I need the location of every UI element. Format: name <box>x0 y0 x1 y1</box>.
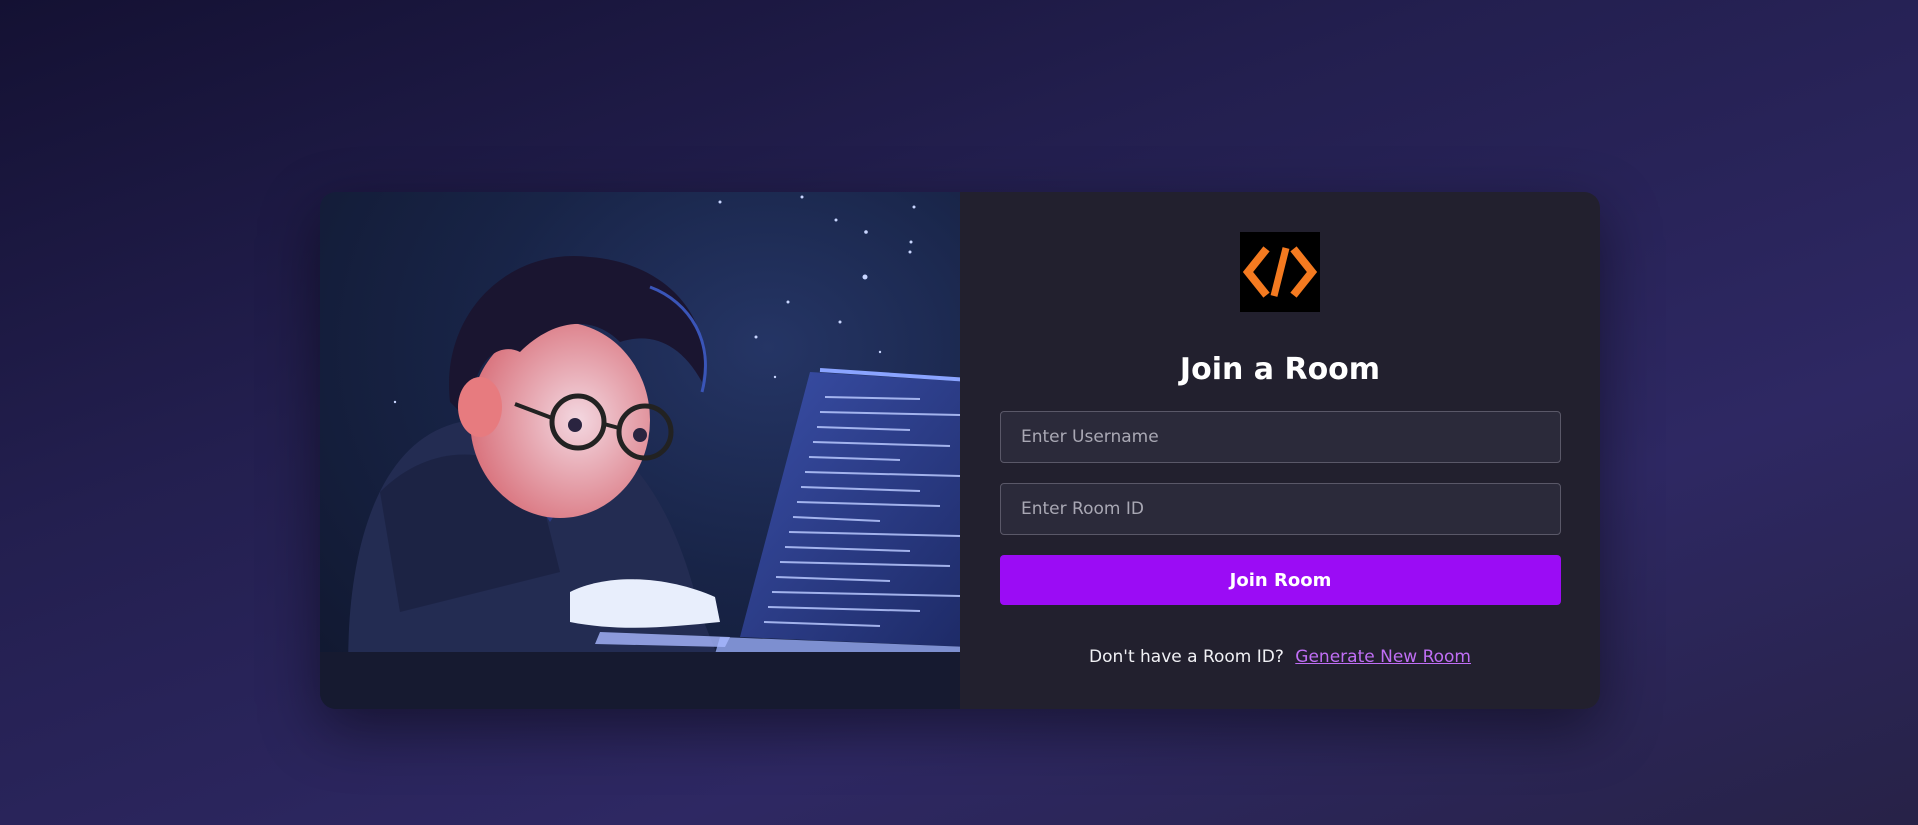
generate-room-link[interactable]: Generate New Room <box>1295 647 1471 667</box>
coder-illustration-image <box>320 195 960 709</box>
room-id-input[interactable] <box>1000 483 1561 535</box>
page-title: Join a Room <box>1179 352 1381 387</box>
join-form-panel: Join a Room Join Room Don't have a Room … <box>960 192 1600 709</box>
coder-illustration <box>320 192 960 709</box>
username-input[interactable] <box>1000 411 1561 463</box>
code-icon <box>1242 246 1318 298</box>
join-room-card: Join a Room Join Room Don't have a Room … <box>320 192 1600 709</box>
prompt-text: Don't have a Room ID? <box>1089 647 1284 667</box>
app-logo <box>1240 232 1320 312</box>
generate-room-prompt: Don't have a Room ID? Generate New Room <box>960 647 1600 667</box>
join-room-button[interactable]: Join Room <box>1000 555 1561 605</box>
